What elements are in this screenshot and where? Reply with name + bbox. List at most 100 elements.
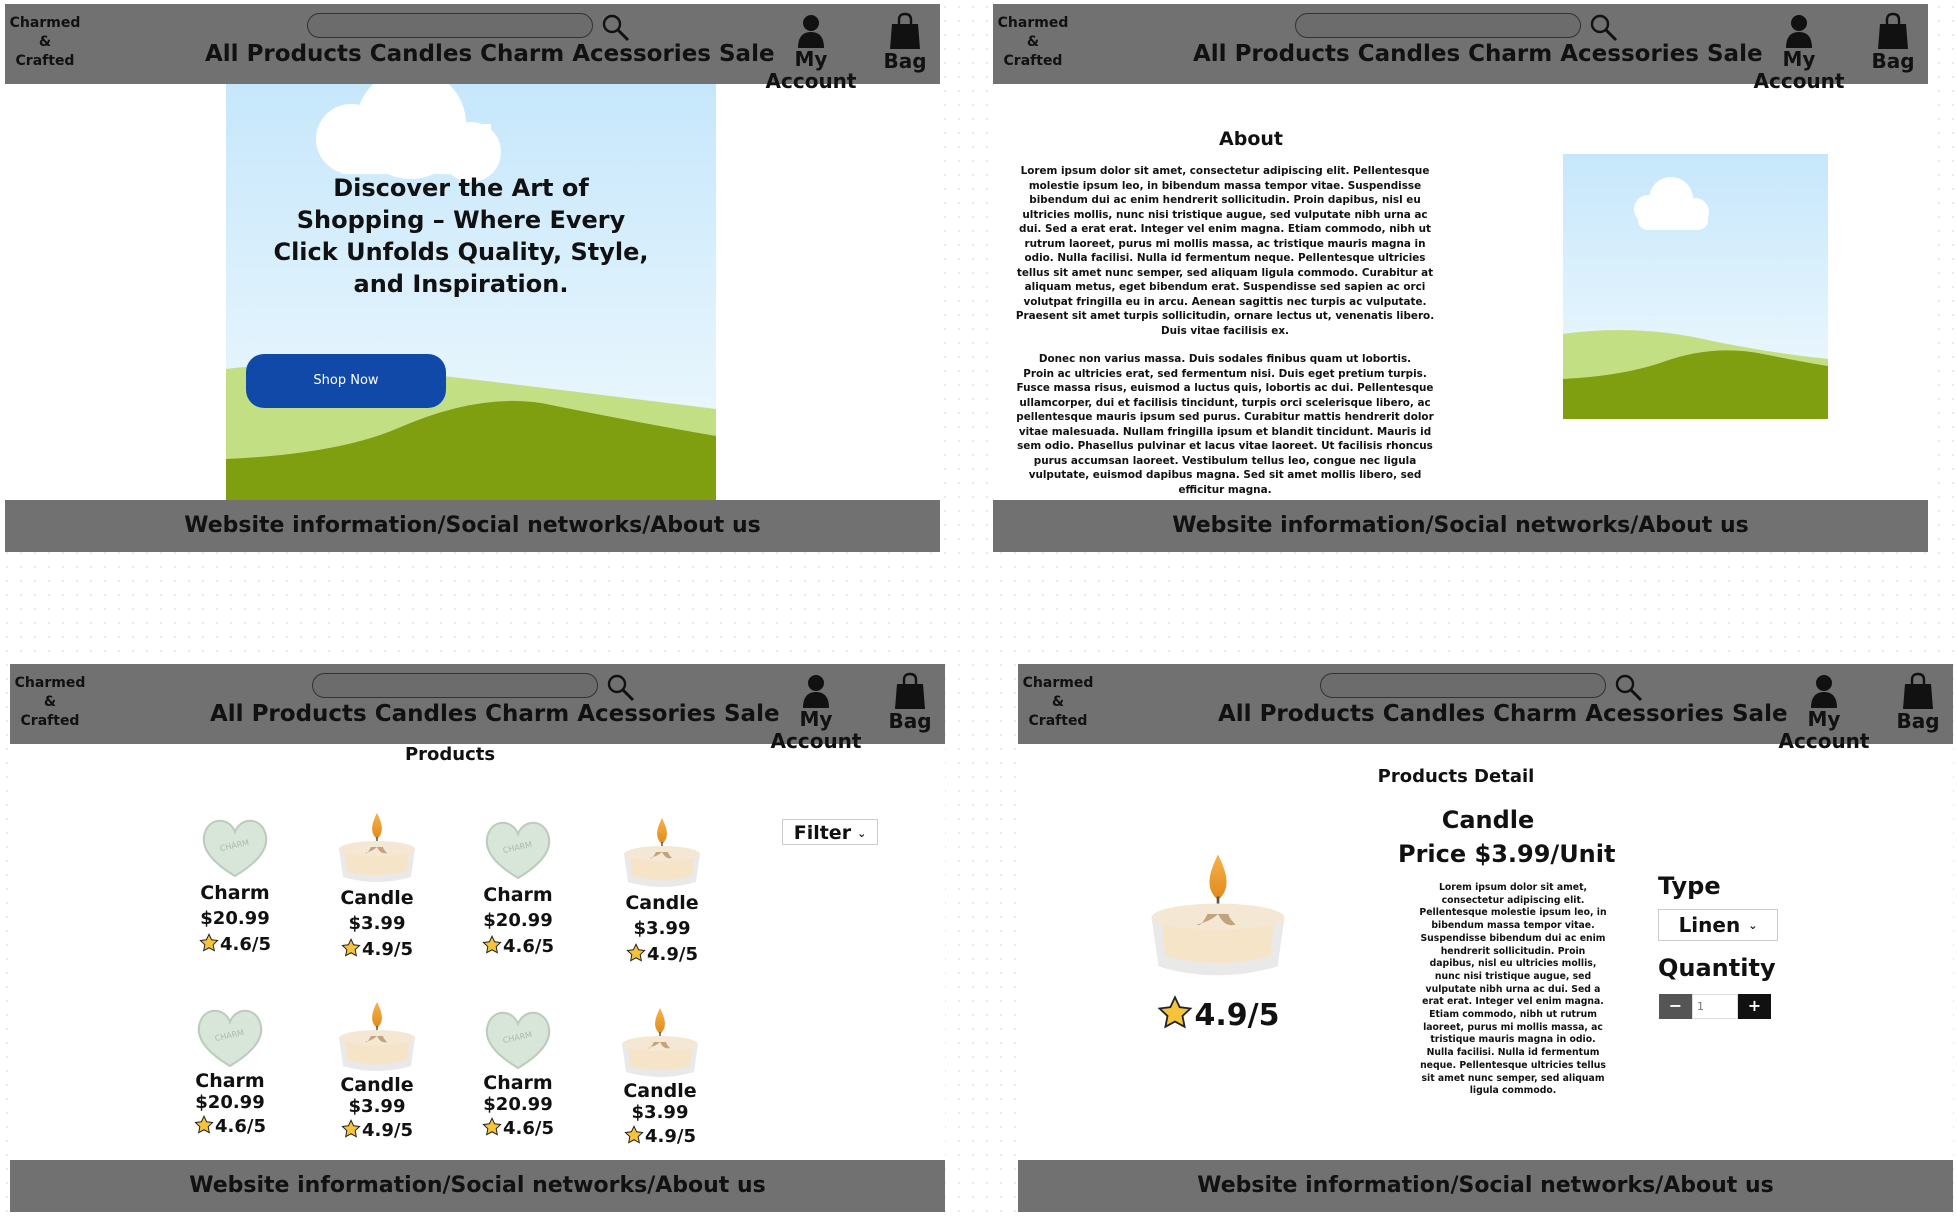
logo-line: Crafted <box>1003 53 1063 69</box>
logo-line: & <box>43 694 57 710</box>
quantity-label: Quantity <box>1658 954 1776 982</box>
product-detail-page-frame: Charmed & Crafted All Products Candles C… <box>1018 664 1953 1212</box>
search-input[interactable] <box>312 673 598 698</box>
product-name: Candle <box>340 887 414 909</box>
bag-button[interactable]: Bag <box>873 12 937 80</box>
type-select[interactable]: Linen ⌄ <box>1658 909 1778 941</box>
search-icon[interactable] <box>606 673 636 703</box>
star-icon <box>341 1119 361 1138</box>
product-card[interactable]: CHARM Charm $20.99 4.6/5 <box>170 814 300 958</box>
shopping-bag-icon <box>1903 672 1933 709</box>
product-name: Candle <box>623 1080 697 1102</box>
rating-value: 4.6/5 <box>503 936 554 957</box>
shop-now-button[interactable]: Shop Now <box>246 354 446 408</box>
logo-line: Charmed <box>14 675 86 691</box>
rating-value: 4.9/5 <box>647 944 698 965</box>
decrement-button[interactable]: − <box>1659 994 1692 1019</box>
quantity-input[interactable] <box>1692 994 1738 1019</box>
logo-line: Crafted <box>15 53 75 69</box>
product-description: Lorem ipsum dolor sit amet, consectetur … <box>1419 882 1607 1097</box>
logo-line: Charmed <box>1022 675 1094 691</box>
rating-value: 4.6/5 <box>220 934 271 955</box>
chevron-down-icon: ⌄ <box>857 827 867 840</box>
about-paragraph: Lorem ipsum dolor sit amet, consectetur … <box>1015 165 1435 337</box>
product-price: Price $3.99/Unit <box>1398 840 1616 868</box>
product-card[interactable]: Candle $3.99 4.9/5 <box>597 814 727 968</box>
hero-banner: Discover the Art of Shopping – Where Eve… <box>226 84 716 504</box>
my-account-label: My Account <box>765 47 857 93</box>
product-card[interactable]: Candle $3.99 4.9/5 <box>312 809 442 963</box>
search-icon[interactable] <box>601 13 631 43</box>
site-header: Charmed & Crafted All Products Candles C… <box>993 4 1928 92</box>
site-logo[interactable]: Charmed & Crafted <box>10 674 90 731</box>
product-rating: 4.9/5 <box>1118 994 1318 1038</box>
filter-dropdown[interactable]: Filter ⌄ <box>782 819 878 845</box>
product-card[interactable]: Candle $3.99 4.9/5 <box>312 998 442 1144</box>
product-rating: 4.6/5 <box>170 932 300 958</box>
search-icon[interactable] <box>1589 13 1619 43</box>
product-name: Candle <box>625 892 699 914</box>
product-name: Charm <box>483 884 553 906</box>
product-name: Candle <box>1441 806 1535 834</box>
main-nav-links[interactable]: All Products Candles Charm Acessories Sa… <box>1193 41 1763 67</box>
home-page-frame: Charmed & Crafted All Products Candles C… <box>5 4 940 552</box>
my-account-button[interactable]: My Account <box>1739 14 1859 92</box>
bag-label: Bag <box>1871 49 1915 73</box>
my-account-label: My Account <box>1753 47 1845 93</box>
shopping-bag-icon <box>890 12 920 49</box>
rating-value: 4.9/5 <box>1194 998 1280 1033</box>
user-icon <box>803 675 829 708</box>
bag-label: Bag <box>888 709 932 733</box>
bag-button[interactable]: Bag <box>1861 12 1925 80</box>
product-rating: 4.9/5 <box>312 937 442 963</box>
site-logo[interactable]: Charmed & Crafted <box>993 14 1073 71</box>
main-nav-links[interactable]: All Products Candles Charm Acessories Sa… <box>210 701 780 727</box>
site-logo[interactable]: Charmed & Crafted <box>5 14 85 71</box>
product-rating: 4.9/5 <box>597 942 727 968</box>
candle-icon <box>622 1008 698 1077</box>
product-price: $20.99 <box>200 908 270 929</box>
about-paragraph: Donec non varius massa. Duis sodales fin… <box>1038 353 1412 365</box>
product-detail-title: Products Detail <box>1377 766 1535 787</box>
bag-button[interactable]: Bag <box>1886 672 1950 740</box>
search-input[interactable] <box>1295 13 1581 38</box>
site-footer[interactable]: Website information/Social networks/Abou… <box>1018 1160 1953 1212</box>
type-label: Type <box>1658 872 1721 900</box>
product-rating: 4.6/5 <box>165 1114 295 1140</box>
my-account-button[interactable]: My Account <box>751 14 871 92</box>
site-header: Charmed & Crafted All Products Candles C… <box>10 664 945 752</box>
site-footer[interactable]: Website information/Social networks/Abou… <box>10 1160 945 1212</box>
site-footer[interactable]: Website information/Social networks/Abou… <box>5 500 940 552</box>
my-account-button[interactable]: My Account <box>1764 674 1884 752</box>
search-input[interactable] <box>307 13 593 38</box>
about-body-text: Lorem ipsum dolor sit amet, consectetur … <box>1011 164 1439 497</box>
increment-button[interactable]: + <box>1738 994 1771 1019</box>
my-account-label: My Account <box>1778 707 1870 753</box>
filter-label: Filter <box>793 822 852 844</box>
star-icon <box>624 1125 644 1144</box>
site-logo[interactable]: Charmed & Crafted <box>1018 674 1098 731</box>
product-card[interactable]: CHARM Charm $20.99 4.6/5 <box>453 1006 583 1142</box>
charm-heart-icon: CHARM <box>485 1011 551 1070</box>
products-title: Products <box>404 744 496 765</box>
product-card[interactable]: CHARM Charm $20.99 4.6/5 <box>165 1004 295 1140</box>
user-icon <box>1811 675 1837 708</box>
chevron-down-icon: ⌄ <box>1748 919 1758 932</box>
product-card[interactable]: CHARM Charm $20.99 4.6/5 <box>453 816 583 960</box>
bag-button[interactable]: Bag <box>878 672 942 740</box>
logo-line: Crafted <box>20 713 80 729</box>
about-title: About <box>1219 128 1283 150</box>
star-icon <box>482 935 502 954</box>
my-account-button[interactable]: My Account <box>756 674 876 752</box>
search-icon[interactable] <box>1614 673 1644 703</box>
search-input[interactable] <box>1320 673 1606 698</box>
main-nav-links[interactable]: All Products Candles Charm Acessories Sa… <box>1218 701 1788 727</box>
product-card[interactable]: Candle $3.99 4.9/5 <box>595 1004 725 1150</box>
user-icon <box>798 15 824 48</box>
main-nav-links[interactable]: All Products Candles Charm Acessories Sa… <box>205 41 775 67</box>
product-name: Charm <box>195 1070 265 1092</box>
site-footer[interactable]: Website information/Social networks/Abou… <box>993 500 1928 552</box>
star-icon <box>482 1117 502 1136</box>
star-icon <box>194 1115 214 1134</box>
logo-line: Charmed <box>9 15 81 31</box>
